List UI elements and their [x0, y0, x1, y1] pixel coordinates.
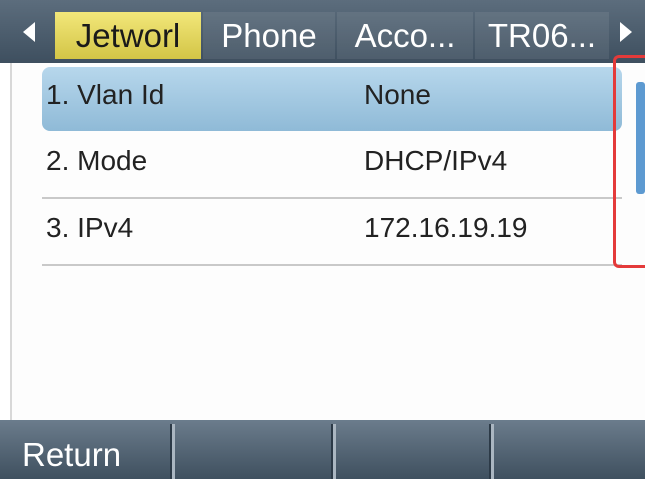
highlight-box [613, 55, 645, 268]
item-value: 172.16.19.19 [364, 212, 528, 243]
softkey-3[interactable] [336, 424, 494, 479]
tab-label: Phone [221, 16, 317, 54]
softkey-return[interactable]: Return [0, 424, 175, 479]
softkey-bar: Return [0, 420, 645, 479]
softkey-4[interactable] [494, 424, 645, 479]
tab-account[interactable]: Acco... [337, 12, 473, 59]
softkey-2[interactable] [175, 424, 336, 479]
item-value: None [364, 79, 431, 110]
tab-network[interactable]: Jetworl [55, 12, 201, 59]
tab-label: Jetworl [75, 16, 181, 54]
item-value: DHCP/IPv4 [364, 145, 508, 176]
item-key: 2. Mode [46, 145, 148, 176]
chevron-right-icon[interactable] [611, 0, 641, 63]
softkey-label: Return [22, 436, 122, 473]
tab-bar: Jetworl Phone Acco... TR06... [0, 0, 645, 63]
tab-label: Acco... [354, 16, 456, 54]
chevron-left-icon[interactable] [14, 0, 44, 63]
list-item-vlan-id[interactable]: 1. Vlan Id None [42, 67, 622, 131]
item-key: 3. IPv4 [46, 212, 134, 243]
settings-list: 1. Vlan Id None 2. Mode DHCP/IPv4 3. IPv… [10, 63, 645, 420]
list-item-mode[interactable]: 2. Mode DHCP/IPv4 [42, 133, 622, 199]
item-key: 1. Vlan Id [46, 79, 165, 110]
tab-tr069[interactable]: TR06... [475, 12, 609, 59]
list-item-ipv4[interactable]: 3. IPv4 172.16.19.19 [42, 200, 622, 266]
tab-phone[interactable]: Phone [203, 12, 335, 59]
tab-label: TR06... [487, 16, 597, 54]
